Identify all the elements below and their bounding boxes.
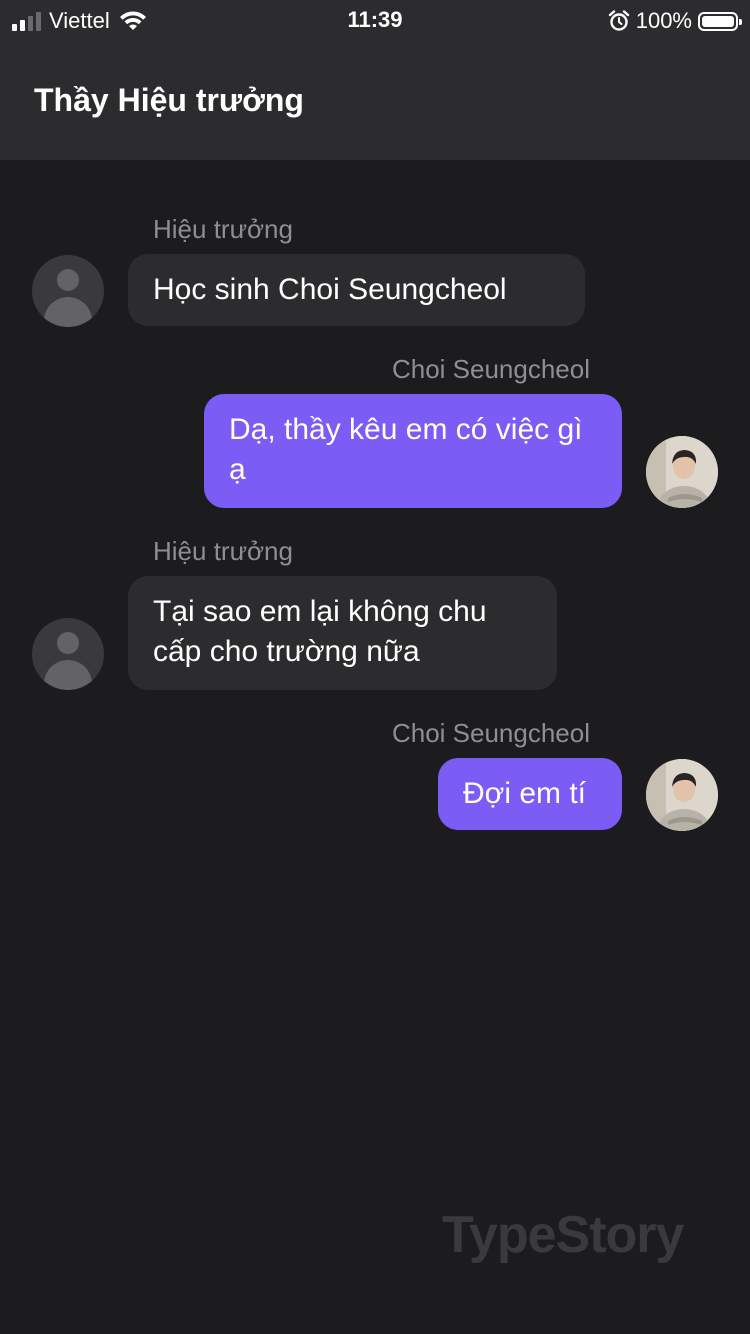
status-right: 100% bbox=[608, 7, 742, 35]
message-bubble-incoming[interactable]: Học sinh Choi Seungcheol bbox=[128, 254, 585, 326]
message-bubble-incoming[interactable]: Tại sao em lại không chu cấp cho trường … bbox=[128, 576, 557, 690]
profile-photo-avatar[interactable] bbox=[646, 436, 718, 508]
sender-name: Choi Seungcheol bbox=[391, 718, 590, 748]
battery-percent: 100% bbox=[635, 8, 692, 33]
default-avatar-icon[interactable] bbox=[32, 255, 104, 327]
sender-name: Hiệu trưởng bbox=[153, 536, 293, 566]
message-bubble-outgoing[interactable]: Dạ, thầy kêu em có việc gì ạ bbox=[204, 394, 622, 508]
message-bubble-outgoing[interactable]: Đợi em tí bbox=[438, 758, 622, 830]
status-bar: Viettel 11:39 100% bbox=[0, 0, 750, 44]
default-avatar-icon[interactable] bbox=[32, 618, 104, 690]
chat-title: Thầy Hiệu trưởng bbox=[34, 82, 304, 118]
alarm-icon bbox=[608, 10, 629, 31]
chat-header: Thầy Hiệu trưởng bbox=[0, 44, 750, 160]
typestory-watermark: TypeStory bbox=[442, 1206, 684, 1264]
sender-name: Choi Seungcheol bbox=[391, 354, 590, 384]
battery-icon bbox=[698, 11, 742, 31]
profile-photo-avatar[interactable] bbox=[646, 759, 718, 831]
sender-name: Hiệu trưởng bbox=[153, 214, 293, 244]
